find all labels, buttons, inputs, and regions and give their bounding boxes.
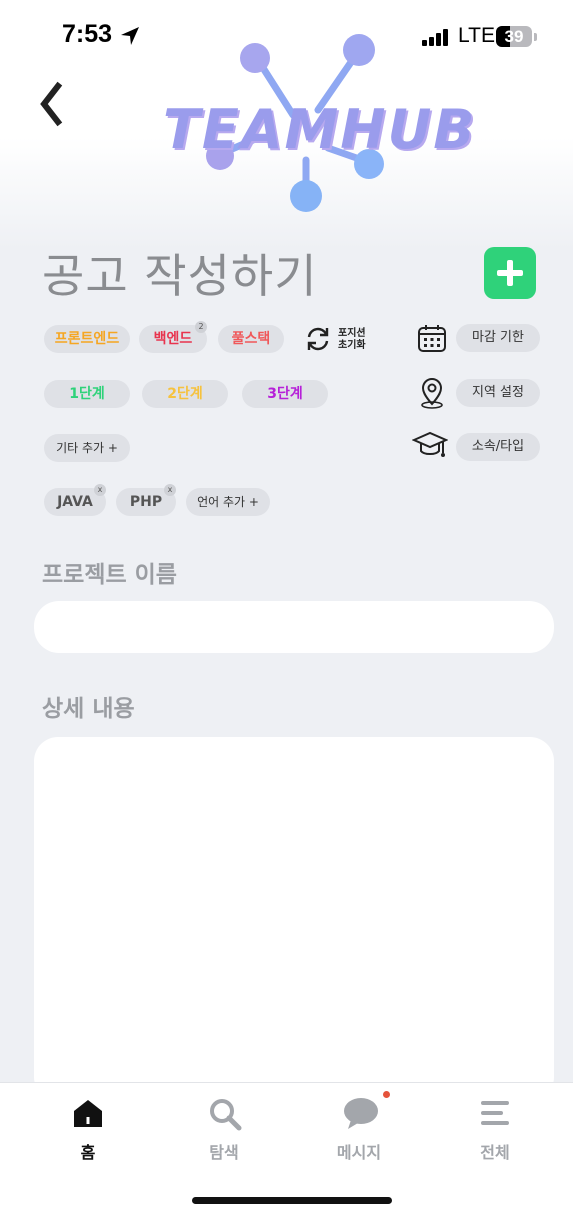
battery-level: 39 [504,27,524,46]
chip-label: 풀스택 [231,331,271,347]
chip-label: 3단계 [267,386,303,402]
chip-language-php[interactable]: PHP x [116,484,176,516]
plus-icon-v [507,260,513,286]
add-post-button[interactable] [484,247,536,299]
chip-label: 프론트엔드 [54,331,120,347]
side-chip-label: 소속/타입 [471,439,525,454]
page-title: 공고 작성하기 [42,249,318,303]
tab-home[interactable]: 홈 [38,1083,138,1173]
chip-label: JAVA [57,494,93,510]
unread-dot [383,1091,390,1098]
chip-label: 기타 추가 + [56,441,118,455]
region-button[interactable]: 지역 설정 [456,379,540,407]
chip-label: PHP [129,494,163,510]
chip-level-3[interactable]: 3단계 [242,380,328,408]
tab-label: 홈 [80,1143,96,1162]
home-indicator [192,1197,392,1204]
side-chip-label: 지역 설정 [472,385,524,400]
details-textarea[interactable] [34,737,554,1101]
chip-position-fullstack[interactable]: 풀스택 [218,325,284,353]
battery-tip [534,33,537,41]
chip-label: 백엔드 [153,331,193,347]
status-time: 7:53 [62,20,113,48]
affiliation-type-button[interactable]: 소속/타입 [456,433,540,461]
remove-icon[interactable]: x [164,484,176,496]
menu-icon [481,1101,509,1125]
back-button[interactable] [36,80,76,128]
chip-label: 언어 추가 + [197,495,259,509]
calendar-icon [418,325,446,352]
chip-level-1[interactable]: 1단계 [44,380,130,408]
add-language-chip[interactable]: 언어 추가 + [186,488,270,516]
tab-messages[interactable]: 메시지 [309,1083,409,1173]
refresh-icon[interactable] [304,325,332,353]
count-badge: 2 [195,321,207,333]
chip-label: 2단계 [167,386,203,402]
chip-level-2[interactable]: 2단계 [142,380,228,408]
side-chip-label: 마감 기한 [472,330,524,345]
location-pin-icon [421,378,443,409]
chip-label: 1단계 [69,386,105,402]
project-name-input[interactable] [34,601,554,653]
chip-position-frontend[interactable]: 프론트엔드 [44,325,130,353]
reset-line-2: 초기화 [338,340,366,351]
tab-label: 탐색 [209,1143,239,1162]
search-icon [210,1099,242,1131]
tab-label: 메시지 [336,1143,382,1162]
logo-text: TEAMHUB [163,98,477,161]
project-name-label: 프로젝트 이름 [42,562,177,588]
network-label: LTE [458,24,495,47]
graduation-cap-icon [412,431,448,457]
remove-icon[interactable]: x [94,484,106,496]
add-other-chip[interactable]: 기타 추가 + [44,434,130,462]
chip-language-java[interactable]: JAVA x [44,484,106,516]
chat-bubble-icon [344,1098,378,1129]
details-label: 상세 내용 [42,696,135,722]
battery-icon: 39 [496,26,532,47]
bottom-tab-bar: 홈 탐색 메시지 전체 [0,1082,573,1214]
reset-line-1: 포지션 [338,328,366,339]
tab-all[interactable]: 전체 [445,1083,545,1173]
reset-positions-label[interactable]: 포지션 초기화 [338,328,366,352]
deadline-button[interactable]: 마감 기한 [456,324,540,352]
tab-search[interactable]: 탐색 [174,1083,274,1173]
tab-label: 전체 [480,1143,510,1162]
chip-position-backend[interactable]: 백엔드 2 [139,321,207,353]
home-icon [74,1100,102,1127]
location-arrow-icon [121,27,139,45]
